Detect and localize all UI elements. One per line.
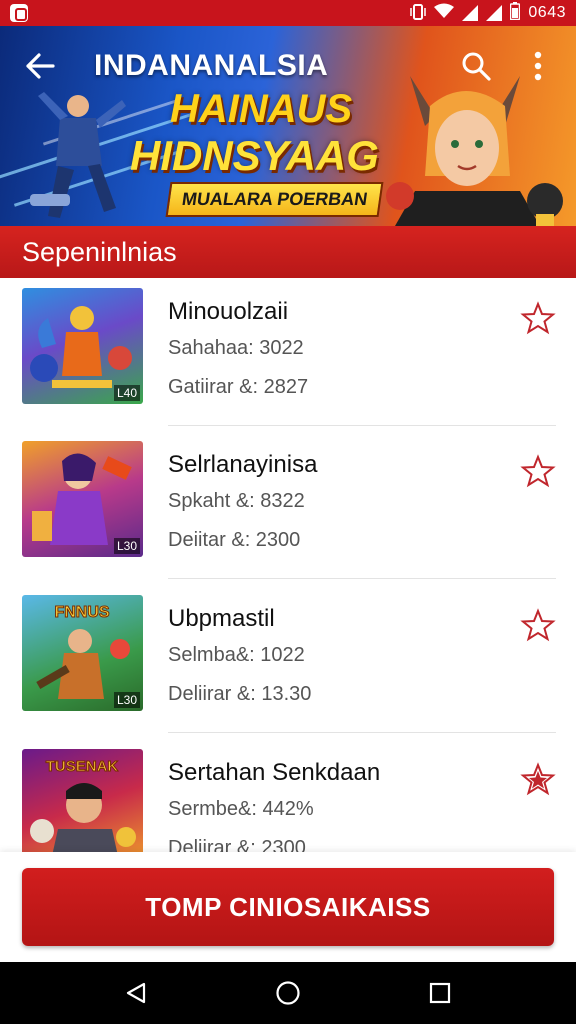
divider bbox=[168, 578, 556, 579]
game-list: L40 Minouolzaii Sahahaa: 3022 Gatiirar &… bbox=[0, 280, 576, 852]
item-title: Sertahan Senkdaan bbox=[168, 759, 381, 786]
item-detail: Sermbe&: 442% bbox=[168, 798, 314, 820]
item-title: Minouolzaii bbox=[168, 298, 289, 325]
banner-headline-2: HIDNSYAAG bbox=[130, 132, 379, 179]
favorite-button[interactable] bbox=[520, 300, 556, 336]
list-item[interactable]: L40 Minouolzaii Sahahaa: 3022 Gatiirar &… bbox=[0, 280, 576, 430]
favorite-button[interactable] bbox=[520, 761, 556, 797]
star-filled-icon bbox=[520, 762, 556, 796]
primary-action-button[interactable]: TOMP CINIOSAIKAISS bbox=[22, 868, 554, 946]
banner-badge: MUALARA POERBAN bbox=[165, 182, 384, 217]
header-banner: INDANANALSIA HAINAUS HIDNSYAAG MUALARA P… bbox=[0, 26, 576, 226]
nav-home-button[interactable] bbox=[263, 968, 313, 1018]
section-title: Sepeninlnias bbox=[22, 236, 177, 267]
back-button[interactable] bbox=[18, 44, 62, 88]
thumbnail-title: TUSENAK bbox=[46, 758, 119, 775]
item-detail: Deliirar &: 2300 bbox=[168, 837, 306, 852]
nav-home-icon bbox=[276, 981, 300, 1005]
star-outline-icon bbox=[520, 608, 556, 642]
game-thumbnail: L30 bbox=[22, 441, 143, 557]
item-detail: Spkaht &: 8322 bbox=[168, 490, 305, 512]
system-navigation-bar bbox=[0, 962, 576, 1024]
item-detail: Deiitar &: 2300 bbox=[168, 529, 301, 551]
item-detail: Gatiirar &: 2827 bbox=[168, 376, 309, 398]
notification-icon bbox=[10, 4, 28, 22]
battery-icon bbox=[510, 1, 521, 25]
favorite-button[interactable] bbox=[520, 453, 556, 489]
wifi-icon bbox=[434, 3, 455, 24]
thumbnail-tag: L30 bbox=[113, 538, 140, 554]
list-item[interactable]: L30 Selrlanayinisa Spkaht &: 8322 Deiita… bbox=[0, 433, 576, 583]
game-art: TUSENAK bbox=[30, 758, 136, 852]
item-detail: Selmba&: 1022 bbox=[168, 644, 305, 666]
primary-action-label: TOMP CINIOSAIKAISS bbox=[145, 891, 431, 922]
favorite-button[interactable] bbox=[520, 607, 556, 643]
arrow-left-icon bbox=[26, 53, 55, 79]
star-outline-icon bbox=[520, 301, 556, 335]
search-button[interactable] bbox=[456, 46, 496, 86]
game-thumbnail: FNNUS L30 bbox=[22, 595, 143, 711]
item-detail: Deliirar &: 13.30 bbox=[168, 683, 312, 705]
section-header: Sepeninlnias bbox=[0, 226, 576, 278]
more-options-button[interactable] bbox=[518, 46, 558, 86]
nav-back-button[interactable] bbox=[111, 968, 161, 1018]
vibrate-icon bbox=[410, 3, 427, 23]
list-item[interactable]: TUSENAK Sertahan Senkdaan Sermbe&: 442% … bbox=[0, 741, 576, 852]
banner-headline-1: HAINAUS bbox=[170, 87, 353, 131]
bottom-action-area: TOMP CINIOSAIKAISS bbox=[0, 852, 576, 962]
more-vert-icon bbox=[534, 51, 542, 81]
item-title: Selrlanayinisa bbox=[168, 451, 318, 478]
thumbnail-tag: L40 bbox=[113, 385, 140, 401]
signal-icon bbox=[462, 5, 479, 21]
nav-back-icon bbox=[126, 982, 146, 1004]
nav-recents-button[interactable] bbox=[415, 968, 465, 1018]
star-outline-icon bbox=[520, 454, 556, 488]
game-thumbnail: L40 bbox=[22, 288, 143, 404]
item-title: Ubpmastil bbox=[168, 605, 275, 632]
status-time: 0643 bbox=[528, 4, 566, 21]
divider bbox=[168, 425, 556, 426]
divider bbox=[168, 732, 556, 733]
nav-recents-icon bbox=[429, 982, 451, 1004]
signal-icon-2 bbox=[486, 5, 503, 21]
app-title: INDANANALSIA bbox=[94, 49, 329, 82]
thumbnail-tag: L30 bbox=[113, 692, 140, 708]
list-item[interactable]: FNNUS L30 Ubpmastil Selmba&: 1022 Deliir… bbox=[0, 587, 576, 737]
item-detail: Sahahaa: 3022 bbox=[168, 337, 304, 359]
banner-promo: HAINAUS HIDNSYAAG MUALARA POERBAN bbox=[110, 86, 410, 217]
game-thumbnail: TUSENAK bbox=[22, 749, 143, 852]
status-bar: 0643 bbox=[0, 0, 576, 26]
thumbnail-title: FNNUS bbox=[54, 604, 109, 621]
search-icon bbox=[462, 52, 491, 81]
